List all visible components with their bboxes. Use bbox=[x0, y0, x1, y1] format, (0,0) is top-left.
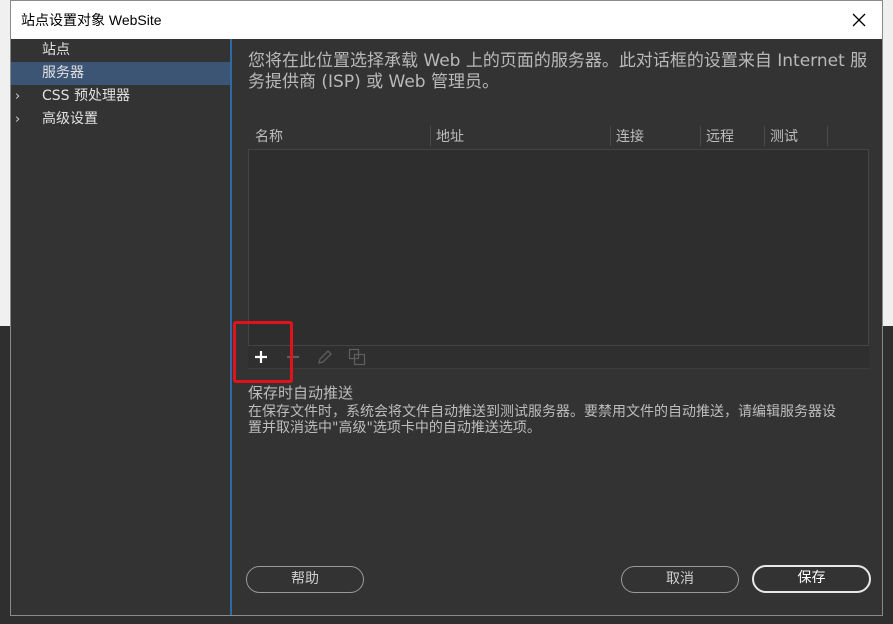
sidebar-item-label: 服务器 bbox=[42, 65, 84, 81]
column-divider bbox=[827, 126, 828, 146]
site-setup-dialog: 站点设置对象 WebSite 站点 服务器 › CSS 预处理器 › 高级设置 … bbox=[10, 0, 883, 616]
sidebar-item-label: CSS 预处理器 bbox=[42, 88, 130, 104]
autopush-description: 在保存文件时，系统会将文件自动推送到测试服务器。要禁用文件的自动推送，请编辑服务… bbox=[248, 404, 836, 436]
sidebar-item-servers[interactable]: 服务器 bbox=[11, 62, 230, 85]
help-button[interactable]: 帮助 bbox=[246, 566, 364, 593]
sidebar-item-advanced[interactable]: › 高级设置 bbox=[11, 108, 230, 131]
column-divider bbox=[430, 126, 431, 146]
pencil-icon bbox=[318, 350, 332, 364]
column-header-remote[interactable]: 远程 bbox=[706, 126, 734, 146]
sidebar-item-label: 高级设置 bbox=[42, 111, 98, 127]
autopush-title: 保存时自动推送 bbox=[248, 384, 354, 402]
chevron-right-icon[interactable]: › bbox=[15, 85, 20, 108]
edit-server-button[interactable] bbox=[313, 346, 337, 368]
servers-panel: 您将在此位置选择承载 Web 上的页面的服务器。此对话框的设置来自 Intern… bbox=[233, 39, 882, 615]
chevron-right-icon[interactable]: › bbox=[15, 108, 20, 131]
intro-text: 您将在此位置选择承载 Web 上的页面的服务器。此对话框的设置来自 Intern… bbox=[248, 51, 868, 92]
close-button[interactable] bbox=[836, 1, 882, 39]
sidebar-item-css-preprocessor[interactable]: › CSS 预处理器 bbox=[11, 85, 230, 108]
category-sidebar: 站点 服务器 › CSS 预处理器 › 高级设置 bbox=[11, 39, 232, 615]
sidebar-item-label: 站点 bbox=[42, 42, 70, 58]
column-header-address[interactable]: 地址 bbox=[436, 126, 464, 146]
save-button[interactable]: 保存 bbox=[752, 565, 871, 593]
server-list-toolbar: + − bbox=[248, 346, 869, 369]
title-bar: 站点设置对象 WebSite bbox=[11, 1, 882, 39]
column-header-testing[interactable]: 测试 bbox=[770, 126, 798, 146]
sidebar-item-site[interactable]: 站点 bbox=[11, 39, 230, 62]
column-header-connection[interactable]: 连接 bbox=[616, 126, 644, 146]
column-header-name[interactable]: 名称 bbox=[255, 126, 283, 146]
server-list[interactable] bbox=[248, 149, 869, 346]
cancel-button[interactable]: 取消 bbox=[621, 566, 739, 593]
column-divider bbox=[610, 126, 611, 146]
duplicate-icon bbox=[348, 348, 366, 366]
duplicate-server-button[interactable] bbox=[345, 346, 369, 368]
window-title: 站点设置对象 WebSite bbox=[21, 12, 162, 28]
column-divider bbox=[700, 126, 701, 146]
server-table-header: 名称 地址 连接 远程 测试 bbox=[248, 124, 868, 148]
column-divider bbox=[764, 126, 765, 146]
add-button-highlight bbox=[233, 321, 293, 383]
close-icon bbox=[852, 13, 866, 27]
